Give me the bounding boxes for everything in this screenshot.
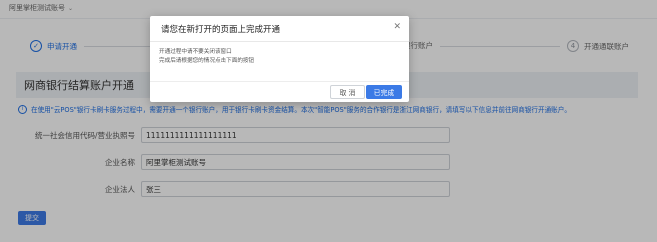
dialog-line-2: 完成后请根据您的情况点击下面的按钮 bbox=[159, 58, 255, 64]
cancel-button[interactable]: 取 消 bbox=[330, 85, 365, 99]
close-icon[interactable]: ✕ bbox=[393, 23, 401, 32]
dialog-title: 请您在新打开的页面上完成开通 bbox=[161, 25, 281, 35]
done-button[interactable]: 已完成 bbox=[366, 85, 402, 99]
dialog-header: 请您在新打开的页面上完成开通 ✕ bbox=[150, 16, 409, 42]
dialog-line-1: 开通过程中请不要关闭该窗口 bbox=[159, 49, 232, 55]
confirm-dialog: 请您在新打开的页面上完成开通 ✕ 开通过程中请不要关闭该窗口 完成后请根据您的情… bbox=[150, 16, 409, 102]
dialog-footer: 取 消 已完成 bbox=[150, 81, 409, 103]
dialog-body: 开通过程中请不要关闭该窗口 完成后请根据您的情况点击下面的按钮 bbox=[159, 48, 254, 66]
